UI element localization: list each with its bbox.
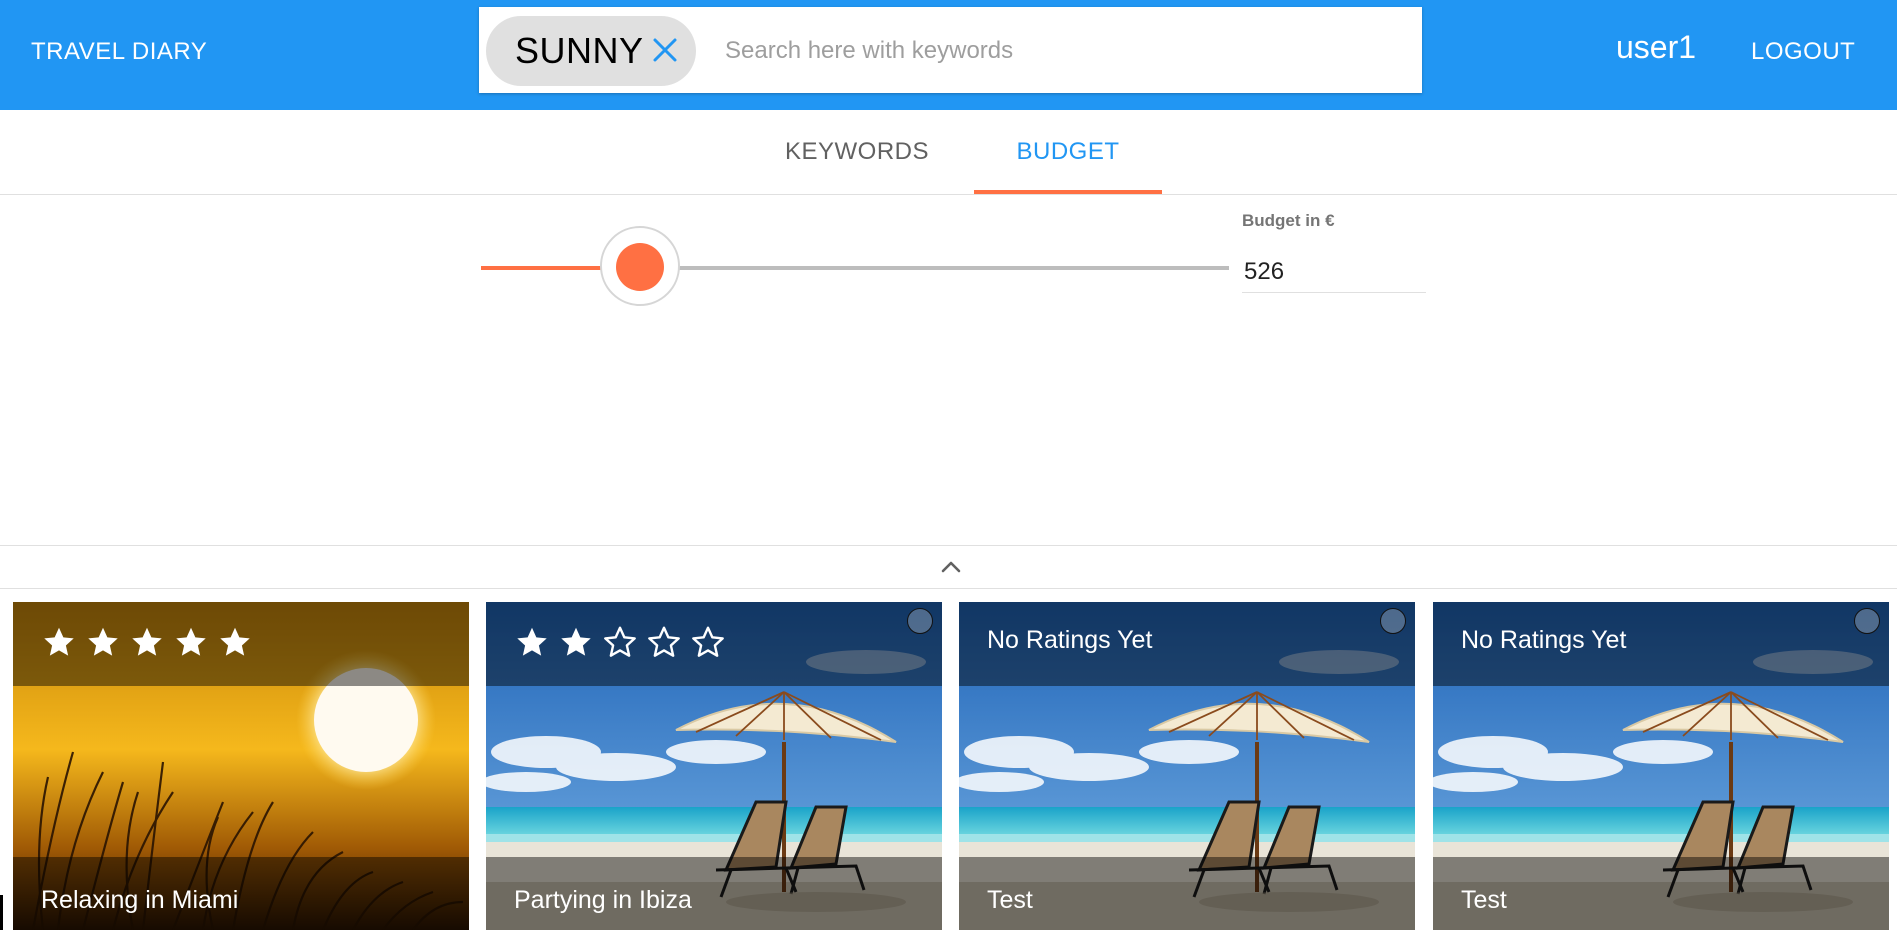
close-icon[interactable]: [650, 35, 680, 65]
budget-label: Budget in €: [1242, 211, 1335, 230]
owner-avatar[interactable]: [1380, 608, 1406, 634]
scroll-edge-marker: [0, 895, 3, 930]
star-outline-icon[interactable]: [690, 624, 726, 660]
chevron-up-icon[interactable]: [937, 556, 965, 578]
star-filled-icon[interactable]: [217, 624, 253, 660]
keyword-chip[interactable]: SUNNY: [486, 16, 696, 86]
tab-active-indicator: [974, 190, 1162, 194]
trip-card[interactable]: No Ratings Yet Test: [1433, 602, 1889, 930]
no-ratings-text: No Ratings Yet: [987, 626, 1153, 654]
collapse-panel-bar[interactable]: [0, 545, 1897, 589]
tab-budget[interactable]: BUDGET: [974, 110, 1162, 194]
star-rating[interactable]: [41, 624, 253, 660]
app-bar: TRAVEL DIARY SUNNY user1 LOGOUT: [0, 0, 1897, 110]
filter-tabs: KEYWORDS BUDGET: [0, 110, 1897, 195]
owner-avatar[interactable]: [1854, 608, 1880, 634]
trip-card[interactable]: Partying in Ibiza: [486, 602, 942, 930]
budget-slider-handle[interactable]: [616, 243, 664, 291]
budget-field[interactable]: [1242, 252, 1426, 293]
star-filled-icon[interactable]: [558, 624, 594, 660]
star-filled-icon[interactable]: [41, 624, 77, 660]
card-title[interactable]: Test: [1461, 886, 1507, 915]
keyword-chip-label: SUNNY: [515, 30, 644, 71]
budget-slider[interactable]: [481, 226, 1229, 306]
star-filled-icon[interactable]: [514, 624, 550, 660]
card-title[interactable]: Partying in Ibiza: [514, 886, 692, 915]
no-ratings-text: No Ratings Yet: [1461, 626, 1627, 654]
star-outline-icon[interactable]: [646, 624, 682, 660]
search-input[interactable]: [723, 25, 1387, 77]
star-outline-icon[interactable]: [602, 624, 638, 660]
trip-card[interactable]: No Ratings Yet Test: [959, 602, 1415, 930]
card-title[interactable]: Test: [987, 886, 1033, 915]
star-filled-icon[interactable]: [173, 624, 209, 660]
trip-card[interactable]: Relaxing in Miami: [13, 602, 469, 930]
search-bar: SUNNY: [479, 7, 1422, 93]
owner-avatar[interactable]: [907, 608, 933, 634]
tab-keywords[interactable]: KEYWORDS: [771, 110, 943, 194]
card-title[interactable]: Relaxing in Miami: [41, 886, 238, 915]
star-filled-icon[interactable]: [129, 624, 165, 660]
star-rating[interactable]: [514, 624, 726, 660]
username[interactable]: user1: [1616, 29, 1696, 66]
logout-button[interactable]: LOGOUT: [1751, 38, 1855, 66]
star-filled-icon[interactable]: [85, 624, 121, 660]
brand-title[interactable]: TRAVEL DIARY: [31, 38, 207, 66]
